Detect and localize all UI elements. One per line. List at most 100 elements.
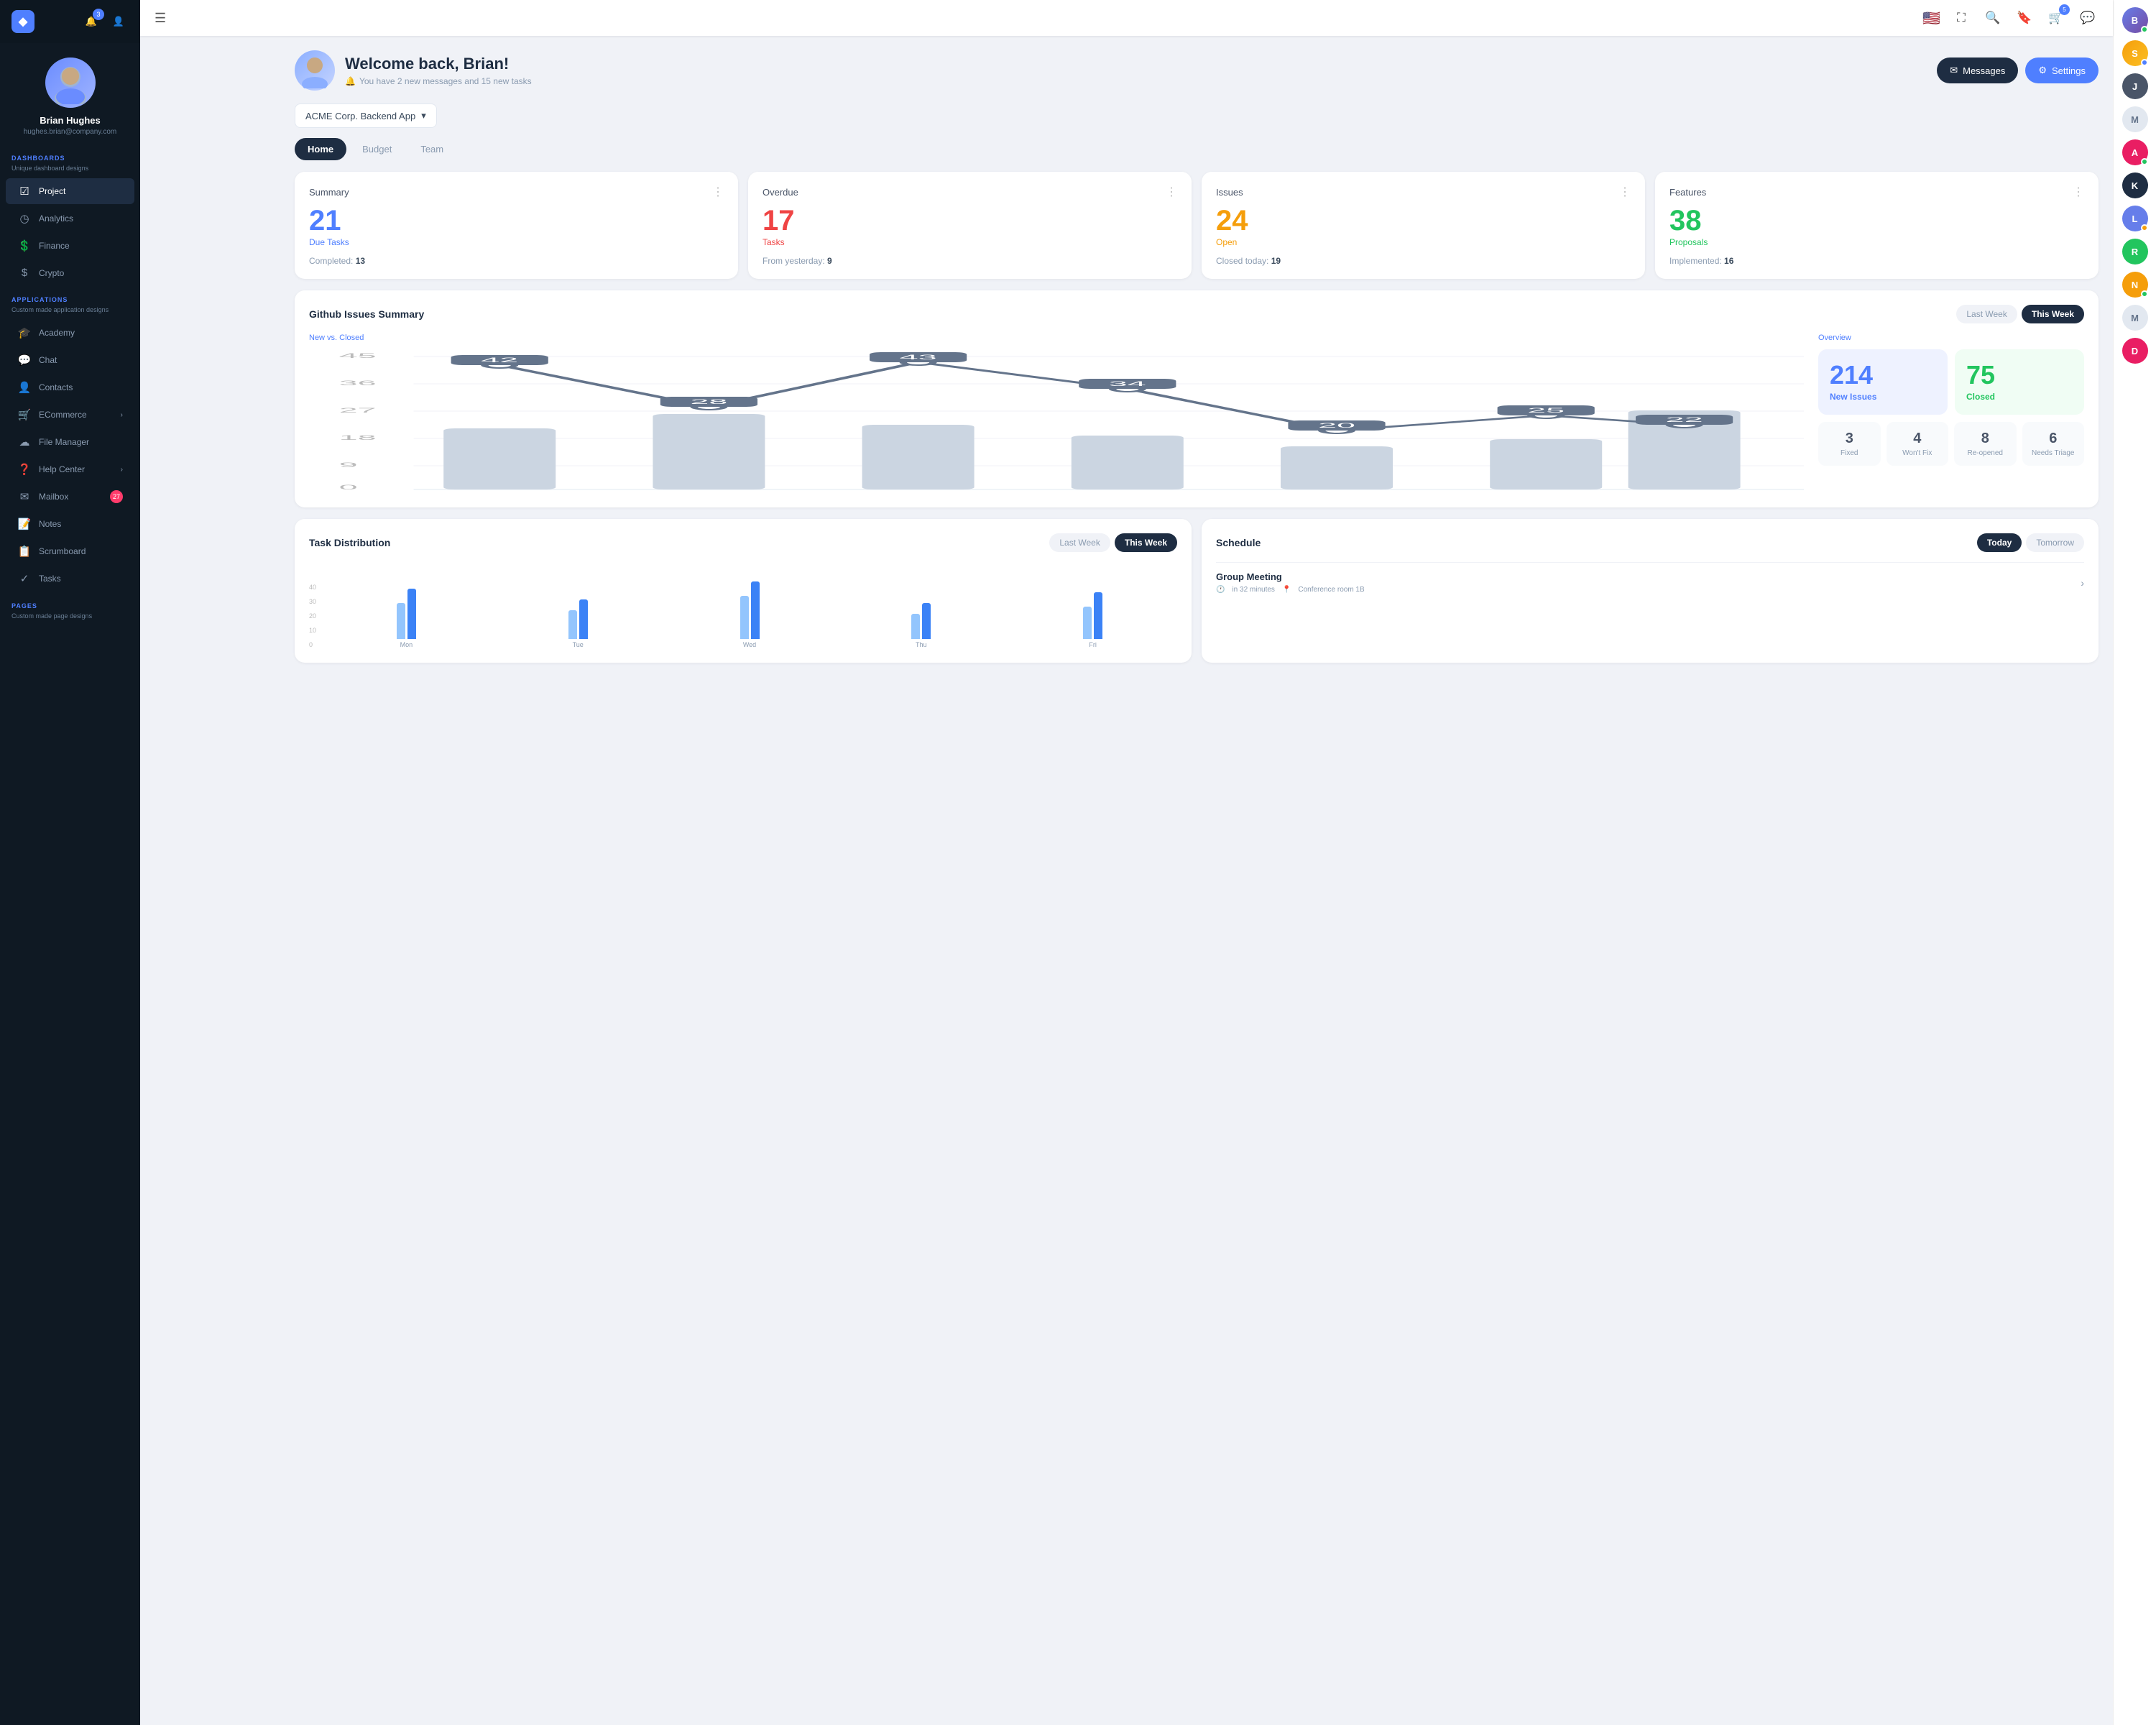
rp-avatar-7[interactable]: L [2122, 206, 2148, 231]
sidebar-item-mailbox[interactable]: ✉ Mailbox 27 [6, 484, 134, 510]
svg-text:27: 27 [339, 407, 377, 414]
cart-badge: 5 [2059, 4, 2070, 15]
notifications-badge: 3 [93, 9, 104, 20]
bookmark-icon[interactable]: 🔖 [2014, 7, 2035, 29]
stat-menu-issues[interactable]: ⋮ [1619, 185, 1631, 199]
schedule-today-btn[interactable]: Today [1977, 533, 2022, 552]
schedule-tomorrow-btn[interactable]: Tomorrow [2026, 533, 2084, 552]
sidebar-item-analytics[interactable]: ◷ Analytics [6, 206, 134, 231]
sidebar-item-help-center[interactable]: ❓ Help Center › [6, 456, 134, 482]
pages-section-label: PAGES [0, 592, 140, 612]
sidebar-item-chat[interactable]: 💬 Chat [6, 347, 134, 373]
rp-avatar-8[interactable]: R [2122, 239, 2148, 264]
crypto-icon: $ [17, 267, 32, 279]
stat-label-issues: Open [1216, 237, 1631, 247]
github-this-week-btn[interactable]: This Week [2022, 305, 2084, 323]
sidebar-header: ◆ 🔔 3 👤 [0, 0, 140, 43]
user-name: Brian Hughes [40, 115, 101, 126]
sidebar-label-ecommerce: ECommerce [39, 410, 87, 420]
messages-button[interactable]: ✉ Messages [1937, 58, 2018, 83]
cart-icon[interactable]: 🛒 5 [2045, 7, 2067, 29]
sidebar-label-chat: Chat [39, 355, 57, 365]
svg-text:45: 45 [339, 352, 377, 359]
stat-sub-summary: Completed: 13 [309, 256, 724, 266]
sidebar-item-finance[interactable]: 💲 Finance [6, 233, 134, 259]
ecommerce-arrow-icon: › [121, 411, 123, 419]
finance-icon: 💲 [17, 239, 32, 252]
app-logo[interactable]: ◆ [11, 10, 34, 33]
sidebar: ◆ 🔔 3 👤 Brian Hughes hughes.brian@compan… [0, 0, 140, 1725]
sidebar-item-academy[interactable]: 🎓 Academy [6, 320, 134, 346]
line-bar-chart: 45 36 27 18 9 0 [309, 349, 1804, 493]
rp-avatar-10[interactable]: M [2122, 305, 2148, 331]
tab-team[interactable]: Team [407, 138, 456, 160]
rp-avatar-9[interactable]: N [2122, 272, 2148, 298]
chat-topbar-icon[interactable]: 💬 [2077, 7, 2099, 29]
github-section-title: Github Issues Summary [309, 308, 424, 320]
sidebar-label-project: Project [39, 186, 65, 196]
rp-avatar-1[interactable]: B [2122, 7, 2148, 33]
user-circle-icon[interactable]: 👤 [109, 12, 129, 32]
sidebar-item-tasks[interactable]: ✓ Tasks [6, 566, 134, 592]
rp-avatar-5[interactable]: A [2122, 139, 2148, 165]
status-dot-5 [2141, 158, 2148, 165]
sidebar-item-ecommerce[interactable]: 🛒 ECommerce › [6, 402, 134, 428]
tasks-icon: ✓ [17, 572, 32, 585]
svg-text:22: 22 [1666, 416, 1703, 423]
mailbox-icon: ✉ [17, 490, 32, 503]
task-dist-this-week-btn[interactable]: This Week [1115, 533, 1177, 552]
svg-text:18: 18 [339, 434, 377, 441]
github-last-week-btn[interactable]: Last Week [1956, 305, 2017, 323]
stat-sub-features: Implemented: 16 [1669, 256, 2084, 266]
user-avatar[interactable] [45, 58, 96, 108]
applications-section-sublabel: Custom made application designs [0, 306, 140, 319]
notes-icon: 📝 [17, 518, 32, 530]
fixed-label: Fixed [1824, 449, 1875, 457]
task-dist-last-week-btn[interactable]: Last Week [1049, 533, 1110, 552]
stat-card-features: Features ⋮ 38 Proposals Implemented: 16 [1655, 172, 2099, 279]
sidebar-item-file-manager[interactable]: ☁ File Manager [6, 429, 134, 455]
settings-gear-icon: ⚙ [2038, 65, 2047, 76]
flag-icon[interactable]: 🇺🇸 [1922, 9, 1940, 27]
rp-avatar-2[interactable]: S [2122, 40, 2148, 66]
fixed-number: 3 [1824, 431, 1875, 447]
svg-text:43: 43 [900, 354, 937, 361]
tab-budget[interactable]: Budget [349, 138, 405, 160]
sidebar-item-scrumboard[interactable]: 📋 Scrumboard [6, 538, 134, 564]
stat-menu-overdue[interactable]: ⋮ [1166, 185, 1177, 199]
tab-home[interactable]: Home [295, 138, 346, 160]
sidebar-item-crypto[interactable]: $ Crypto [6, 260, 134, 285]
stat-title-summary: Summary [309, 187, 349, 198]
menu-icon[interactable]: ☰ [155, 11, 166, 26]
location-icon: 📍 [1282, 586, 1291, 594]
rp-avatar-11[interactable]: D [2122, 338, 2148, 364]
wontfix-label: Won't Fix [1892, 449, 1943, 457]
project-selector[interactable]: ACME Corp. Backend App ▾ [295, 104, 437, 128]
stat-number-overdue: 17 [763, 206, 1177, 235]
applications-section-label: APPLICATIONS [0, 286, 140, 306]
stat-label-overdue: Tasks [763, 237, 1177, 247]
sidebar-item-notes[interactable]: 📝 Notes [6, 511, 134, 537]
closed-card: 75 Closed [1955, 349, 2084, 415]
meeting-title: Group Meeting [1216, 571, 1365, 582]
settings-button[interactable]: ⚙ Settings [2025, 58, 2099, 83]
new-issues-card: 214 New Issues [1818, 349, 1948, 415]
sidebar-item-project[interactable]: ☑ Project [6, 178, 134, 204]
rp-avatar-3[interactable]: J [2122, 73, 2148, 99]
fullscreen-icon[interactable]: ⛶ [1950, 7, 1972, 29]
stat-menu-features[interactable]: ⋮ [2073, 185, 2084, 199]
sidebar-label-help-center: Help Center [39, 464, 85, 474]
notifications-icon[interactable]: 🔔 3 [81, 12, 101, 32]
svg-text:36: 36 [339, 380, 377, 387]
stats-row: Summary ⋮ 21 Due Tasks Completed: 13 Ove… [295, 172, 2099, 279]
meeting-arrow-icon[interactable]: › [2081, 577, 2084, 589]
rp-avatar-4[interactable]: M [2122, 106, 2148, 132]
search-icon[interactable]: 🔍 [1982, 7, 2004, 29]
sidebar-label-tasks: Tasks [39, 574, 61, 584]
mini-stat-fixed: 3 Fixed [1818, 422, 1881, 466]
rp-avatar-6[interactable]: K [2122, 172, 2148, 198]
status-dot-7 [2141, 224, 2148, 231]
stat-card-issues: Issues ⋮ 24 Open Closed today: 19 [1202, 172, 1645, 279]
sidebar-item-contacts[interactable]: 👤 Contacts [6, 374, 134, 400]
stat-menu-summary[interactable]: ⋮ [712, 185, 724, 199]
